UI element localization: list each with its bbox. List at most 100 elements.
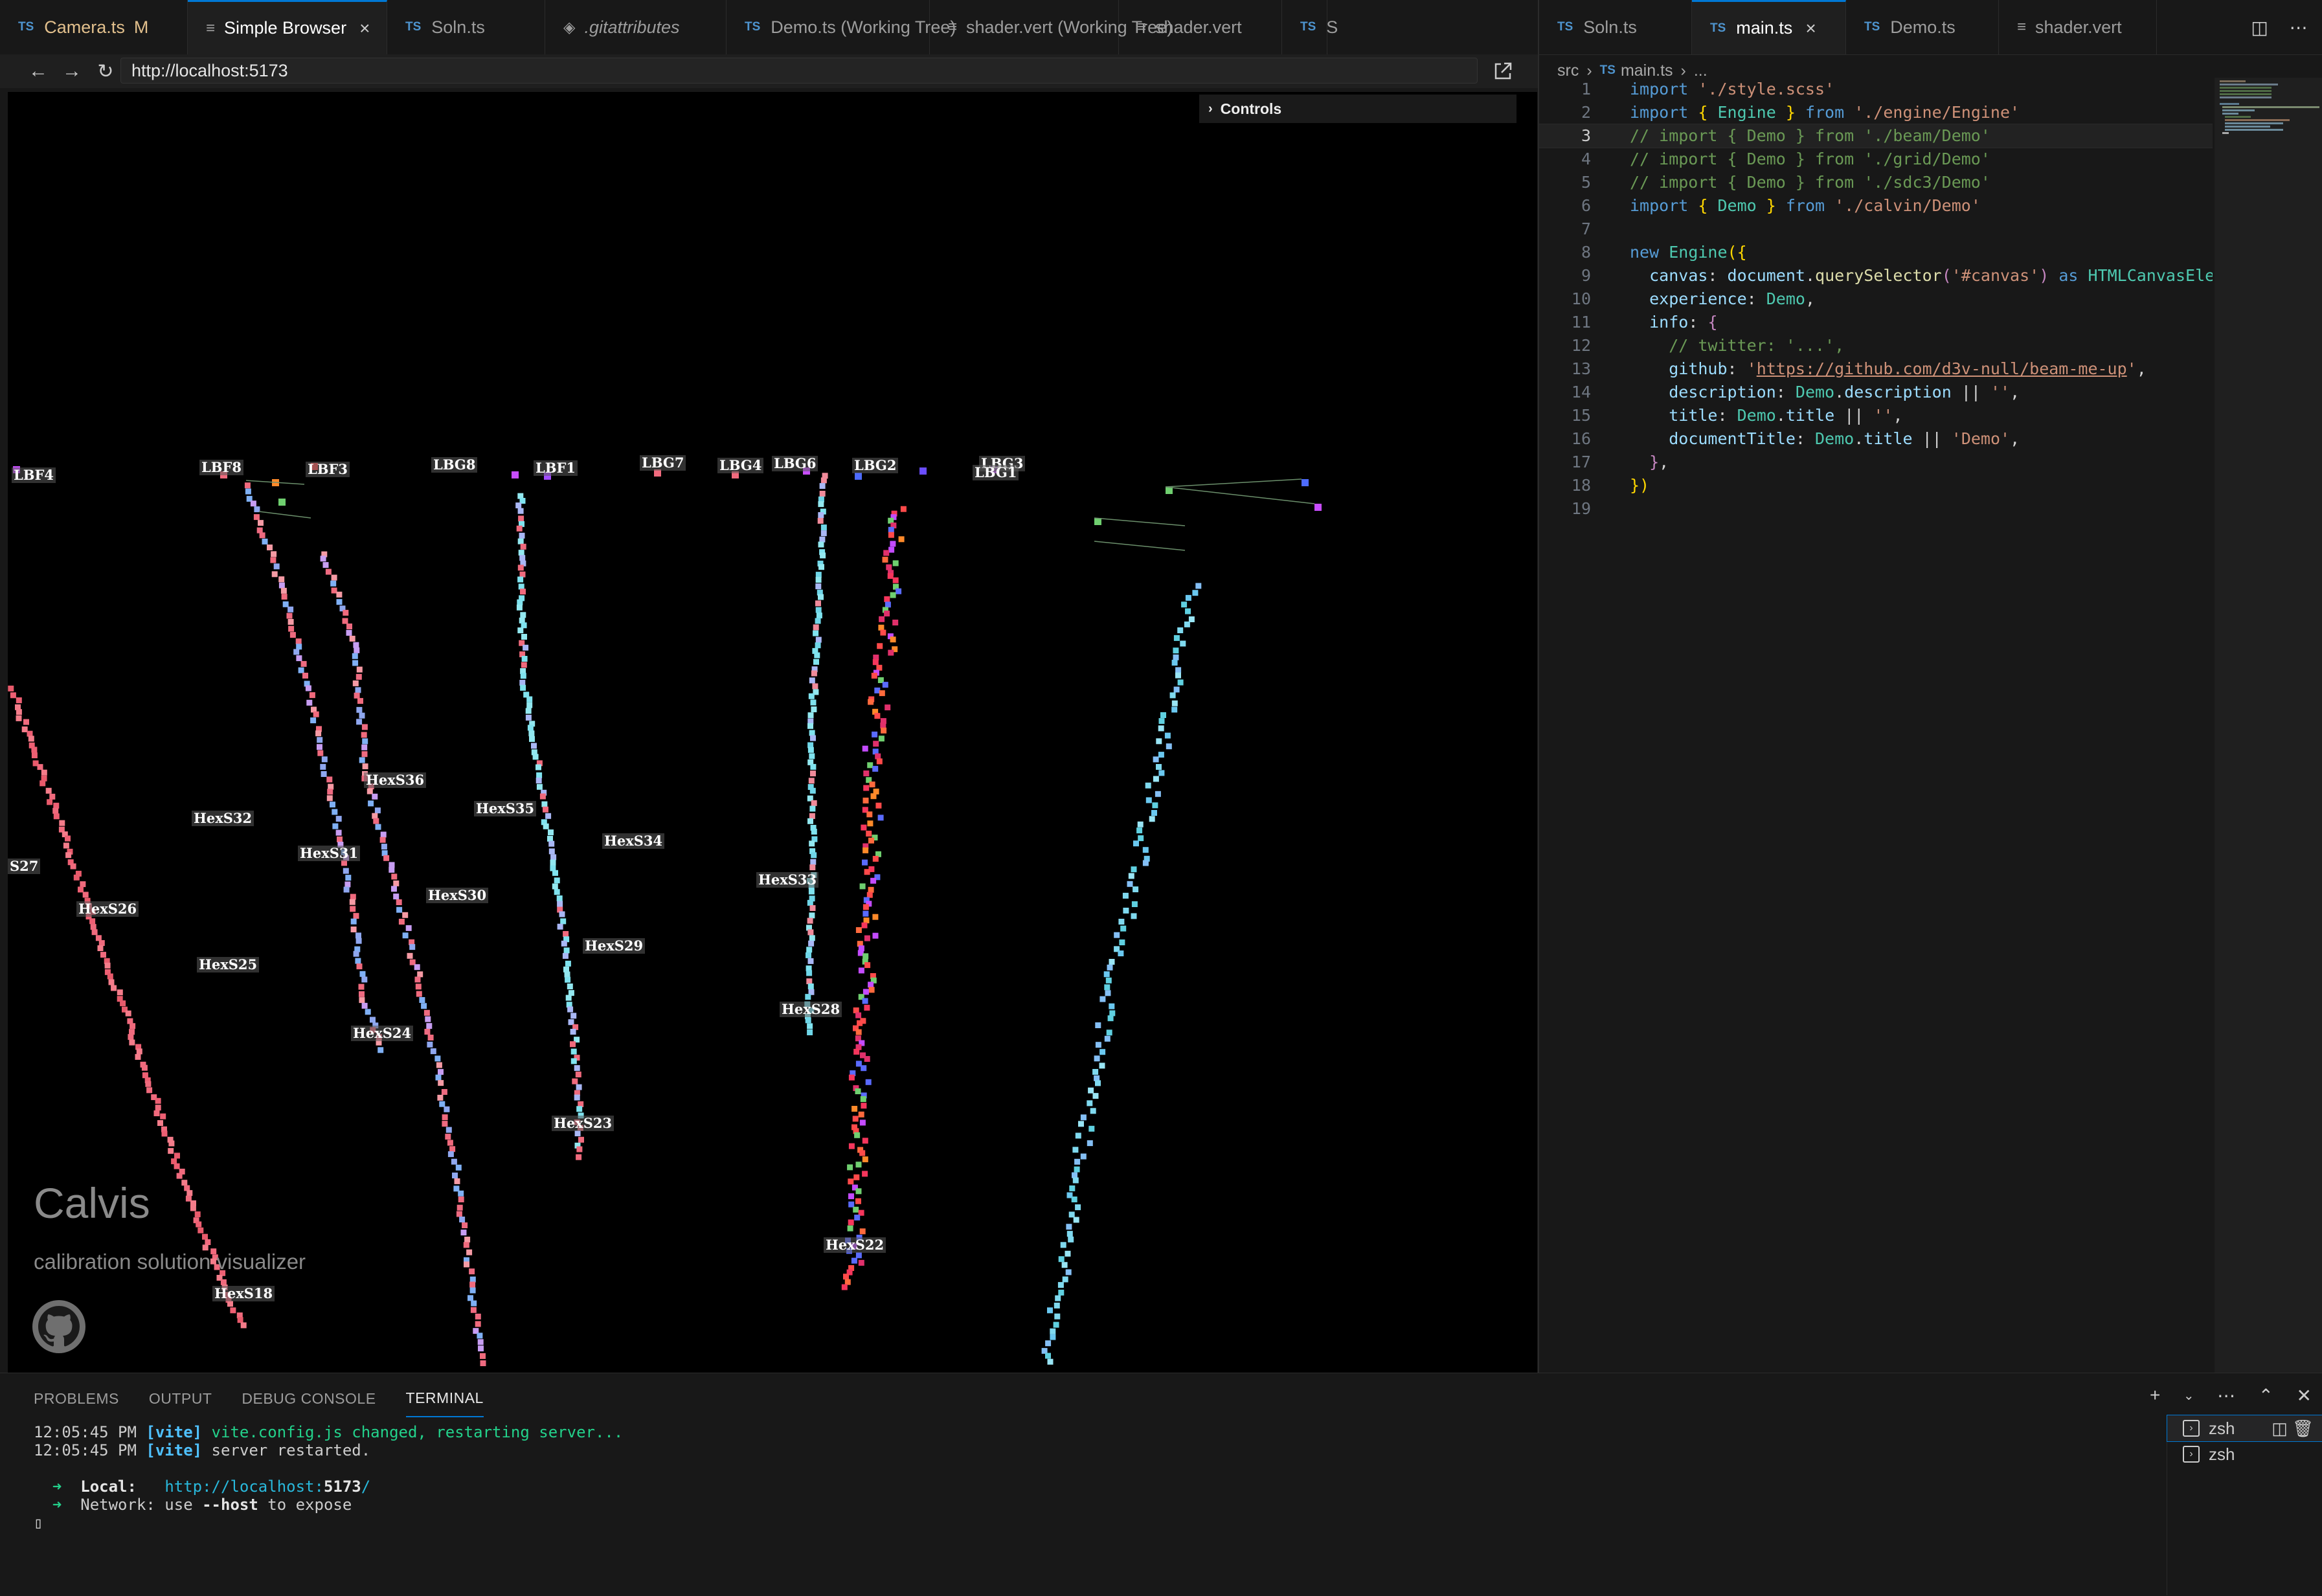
editor-tab[interactable]: TS Soln.ts — [387, 0, 545, 54]
point-marker — [354, 647, 360, 653]
point-marker — [1075, 1204, 1081, 1211]
point-marker — [1120, 925, 1127, 932]
point-marker — [885, 704, 891, 711]
code-token: ( — [1941, 266, 1952, 285]
point-marker — [1171, 706, 1178, 713]
code-line: 10 experience: Demo, — [1539, 287, 2213, 311]
code-line: 1 import './style.scss' — [1539, 78, 2213, 101]
point-marker — [336, 591, 343, 598]
controls-panel-toggle[interactable]: › Controls — [1199, 95, 1516, 123]
split-editor-icon[interactable]: ◫ — [2251, 17, 2268, 38]
editor-tab[interactable]: TS Camera.ts M — [0, 0, 188, 54]
terminal-instance[interactable]: › zsh — [2167, 1441, 2322, 1467]
point-marker — [332, 809, 338, 815]
code-token: import — [1630, 196, 1698, 215]
visualizer-canvas[interactable] — [8, 92, 1537, 1373]
ellipsis-icon[interactable]: ⋯ — [2217, 1385, 2235, 1406]
point-marker — [205, 1239, 211, 1245]
point-marker — [1173, 635, 1180, 641]
point-marker — [809, 935, 815, 941]
typescript-file-icon: TS — [18, 20, 34, 34]
panel-tab-terminal[interactable]: TERMINAL — [405, 1380, 484, 1417]
point-marker — [888, 649, 894, 656]
point-marker — [1073, 1217, 1079, 1223]
point-marker — [168, 1148, 174, 1154]
point-marker — [815, 577, 822, 583]
point-marker — [813, 630, 819, 636]
point-marker — [808, 888, 815, 895]
editor-tab[interactable]: TS main.ts × — [1692, 0, 1846, 54]
trash-icon[interactable]: 🗑 — [2292, 1419, 2314, 1438]
editor-tab[interactable]: ◈ .gitattributes — [545, 0, 727, 54]
point-marker — [337, 836, 343, 842]
code-line: 18}) — [1539, 474, 2213, 497]
editor-tab[interactable]: TS Demo.ts (Working Tree) — [727, 0, 956, 54]
point-marker — [421, 1003, 427, 1009]
point-marker — [1066, 1224, 1072, 1230]
terminal-instance[interactable]: › zsh ◫ 🗑 — [2167, 1415, 2322, 1442]
point-marker — [344, 881, 351, 888]
point-marker — [520, 589, 526, 595]
forward-arrow-icon[interactable]: → — [56, 54, 88, 88]
modified-badge: M — [133, 17, 149, 37]
code-token: ({ — [1727, 243, 1747, 262]
url-input[interactable]: http://localhost:5173 — [120, 58, 1478, 84]
minimap[interactable] — [2215, 78, 2322, 1373]
point-marker — [409, 944, 416, 950]
point-marker — [859, 1228, 866, 1235]
point-marker — [281, 594, 287, 600]
point-marker — [862, 989, 869, 995]
panel-tab-output[interactable]: OUTPUT — [149, 1380, 212, 1417]
editor-tab[interactable]: ≡ Simple Browser × — [188, 0, 387, 54]
close-icon[interactable]: × — [359, 18, 370, 39]
split-terminal-icon[interactable]: ◫ — [2271, 1419, 2292, 1438]
close-icon[interactable]: × — [1805, 18, 1816, 39]
terminal-output[interactable]: 12:05:45 PM [vite] vite.config.js change… — [34, 1423, 2158, 1532]
open-external-icon[interactable] — [1489, 58, 1516, 85]
point-marker — [346, 629, 352, 636]
panel-tab-problems[interactable]: PROBLEMS — [34, 1380, 119, 1417]
link-line — [1165, 478, 1302, 488]
editor-tab[interactable]: ≡ shader.vert — [1119, 0, 1282, 54]
new-terminal-icon[interactable]: + — [2150, 1385, 2160, 1406]
point-marker — [425, 1016, 431, 1022]
point-marker — [815, 642, 821, 649]
panel-tab-debug-console[interactable]: DEBUG CONSOLE — [242, 1380, 376, 1417]
reload-icon[interactable]: ↻ — [89, 54, 122, 88]
point-marker — [321, 771, 327, 777]
point-marker — [97, 945, 104, 951]
point-marker — [253, 514, 260, 521]
point-marker — [820, 530, 827, 537]
point-marker — [863, 770, 870, 776]
point-marker — [1087, 1100, 1093, 1107]
ellipsis-icon[interactable]: ⋯ — [2290, 17, 2308, 38]
point-marker — [227, 1301, 233, 1307]
point-marker — [517, 599, 523, 605]
point-marker — [1123, 907, 1129, 914]
code-token: description — [1669, 383, 1776, 401]
point-marker — [810, 770, 816, 777]
station-label: HexS31 — [298, 846, 361, 861]
chevron-up-icon[interactable]: ⌃ — [2259, 1385, 2273, 1406]
point-marker — [23, 719, 29, 725]
code-token: import — [1630, 103, 1698, 122]
point-marker — [237, 1317, 243, 1323]
point-marker — [892, 560, 899, 567]
point-marker — [464, 1261, 469, 1268]
editor-tab[interactable]: ≡ shader.vert — [1999, 0, 2157, 54]
back-arrow-icon[interactable]: ← — [22, 54, 54, 88]
line-number: 14 — [1571, 383, 1591, 401]
station-label: LBF3 — [306, 462, 350, 477]
chevron-down-icon[interactable]: ⌄ — [2183, 1388, 2194, 1404]
point-marker — [1090, 1108, 1096, 1114]
point-marker — [811, 670, 817, 677]
editor-tab[interactable]: TS S — [1282, 0, 1338, 54]
editor-tab[interactable]: TS Soln.ts — [1539, 0, 1692, 54]
terminal-instance-actions: ◫ 🗑 — [2271, 1419, 2314, 1439]
code-editor[interactable]: 1 import './style.scss' 2 import { Engine }… — [1539, 78, 2213, 1373]
editor-tab[interactable]: ≡ shader.vert (Working Tree) — [930, 0, 1173, 54]
editor-tab[interactable]: TS Demo.ts — [1846, 0, 1999, 54]
close-icon[interactable]: ✕ — [2297, 1385, 2312, 1406]
github-icon[interactable] — [32, 1300, 85, 1353]
